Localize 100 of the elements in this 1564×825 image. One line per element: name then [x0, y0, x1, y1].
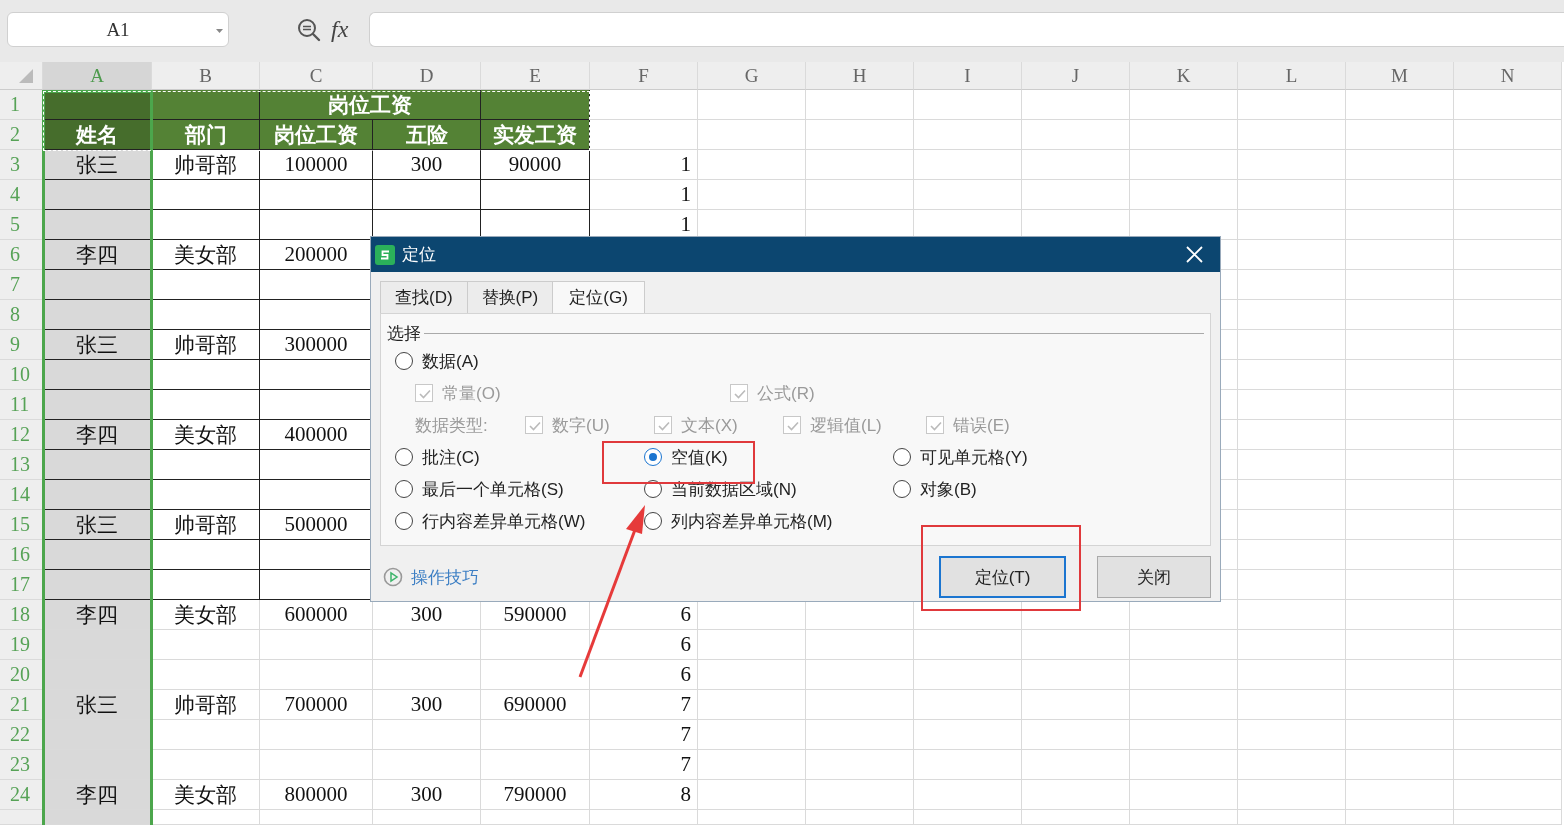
checkbox-label: 错误(E)	[953, 414, 1010, 437]
radio-button[interactable]	[395, 352, 413, 370]
checkbox-label: 数字(U)	[552, 414, 610, 437]
radio-button[interactable]	[644, 512, 662, 530]
group-label: 选择	[387, 323, 421, 345]
radio-label: 数据(A)	[422, 350, 479, 373]
table-cell: 帅哥部	[152, 150, 260, 180]
row-header[interactable]: 11	[0, 390, 43, 420]
column-header[interactable]: K	[1130, 62, 1238, 90]
radio-button[interactable]	[893, 448, 911, 466]
tab[interactable]: 查找(D)	[380, 281, 468, 313]
header-cell: 姓名	[43, 120, 152, 150]
function-button[interactable]: fx	[331, 16, 357, 43]
formula-field[interactable]	[369, 12, 1564, 47]
column-header[interactable]: N	[1454, 62, 1562, 90]
table-cell: 1	[590, 150, 698, 180]
column-header[interactable]: L	[1238, 62, 1346, 90]
table-cell: 1	[590, 180, 698, 210]
table-cell: 300	[373, 150, 481, 180]
table-cell: 7	[590, 720, 698, 750]
row-header[interactable]: 2	[0, 120, 43, 150]
checkbox-label: 文本(X)	[681, 414, 738, 437]
caret-icon	[216, 29, 223, 33]
table-cell: 7	[590, 750, 698, 780]
row-header[interactable]: 15	[0, 510, 43, 540]
dialog-button[interactable]: 关闭	[1097, 556, 1211, 598]
table-cell: 帅哥部	[152, 690, 260, 720]
table-cell: 美女部	[152, 780, 260, 810]
table-cell: 张三	[43, 330, 152, 360]
row-header[interactable]: 3	[0, 150, 43, 180]
table-cell: 帅哥部	[152, 510, 260, 540]
table-cell: 6	[590, 630, 698, 660]
column-header[interactable]: B	[152, 62, 260, 90]
row-header[interactable]: 7	[0, 270, 43, 300]
radio-button[interactable]	[893, 480, 911, 498]
table-cell: 李四	[43, 780, 152, 810]
table-cell: 8	[590, 780, 698, 810]
table-cell: 帅哥部	[152, 330, 260, 360]
column-header[interactable]: G	[698, 62, 806, 90]
row-header[interactable]: 13	[0, 450, 43, 480]
row-header[interactable]: 12	[0, 420, 43, 450]
zoom-icon[interactable]	[297, 17, 321, 42]
row-header[interactable]: 6	[0, 240, 43, 270]
app-logo-icon	[375, 244, 395, 265]
row-header[interactable]: 10	[0, 360, 43, 390]
radio-button[interactable]	[395, 512, 413, 530]
row-header[interactable]: 23	[0, 750, 43, 780]
dialog-button[interactable]: 定位(T)	[939, 556, 1066, 598]
table-cell: 美女部	[152, 420, 260, 450]
row-header[interactable]: 9	[0, 330, 43, 360]
row-header[interactable]: 5	[0, 210, 43, 240]
column-header[interactable]: J	[1022, 62, 1130, 90]
table-cell: 600000	[260, 600, 373, 630]
column-header[interactable]: I	[914, 62, 1022, 90]
header-cell: 五险	[373, 120, 481, 150]
row-header[interactable]: 24	[0, 780, 43, 810]
column-header[interactable]: M	[1346, 62, 1454, 90]
row-header[interactable]: 20	[0, 660, 43, 690]
row-header[interactable]: 16	[0, 540, 43, 570]
row-header[interactable]: 17	[0, 570, 43, 600]
radio-label: 空值(K)	[671, 446, 728, 469]
header-cell: 实发工资	[481, 120, 590, 150]
radio-label: 最后一个单元格(S)	[422, 478, 564, 501]
row-header[interactable]: 18	[0, 600, 43, 630]
name-box[interactable]: A1	[7, 12, 229, 47]
row-header[interactable]: 1	[0, 90, 43, 120]
table-cell: 800000	[260, 780, 373, 810]
row-header[interactable]	[0, 810, 43, 825]
row-header[interactable]: 22	[0, 720, 43, 750]
table-cell: 790000	[481, 780, 590, 810]
table-cell: 700000	[260, 690, 373, 720]
row-header[interactable]: 8	[0, 300, 43, 330]
header-cell: 部门	[152, 120, 260, 150]
row-header[interactable]: 4	[0, 180, 43, 210]
tab[interactable]: 替换(P)	[466, 281, 554, 313]
header-cell: 岗位工资	[260, 90, 481, 120]
radio-button[interactable]	[395, 448, 413, 466]
table-cell: 690000	[481, 690, 590, 720]
table-cell: 美女部	[152, 600, 260, 630]
column-header[interactable]: E	[481, 62, 590, 90]
table-cell: 100000	[260, 150, 373, 180]
row-header[interactable]: 19	[0, 630, 43, 660]
table-cell: 6	[590, 660, 698, 690]
checkbox-label: 逻辑值(L)	[810, 414, 882, 437]
table-cell: 张三	[43, 510, 152, 540]
table-cell: 李四	[43, 240, 152, 270]
close-icon[interactable]	[1186, 246, 1203, 263]
tab[interactable]: 定位(G)	[552, 281, 645, 313]
radio-button[interactable]	[395, 480, 413, 498]
tips-link[interactable]: 操作技巧	[383, 565, 479, 589]
dialog-title: 定位	[402, 244, 436, 266]
header-cell: 岗位工资	[260, 120, 373, 150]
column-header[interactable]: A	[43, 62, 152, 90]
row-header[interactable]: 14	[0, 480, 43, 510]
row-header[interactable]: 21	[0, 690, 43, 720]
column-header[interactable]: D	[373, 62, 481, 90]
column-header[interactable]: H	[806, 62, 914, 90]
column-header[interactable]: F	[590, 62, 698, 90]
column-header[interactable]: C	[260, 62, 373, 90]
radio-button[interactable]	[644, 448, 662, 466]
